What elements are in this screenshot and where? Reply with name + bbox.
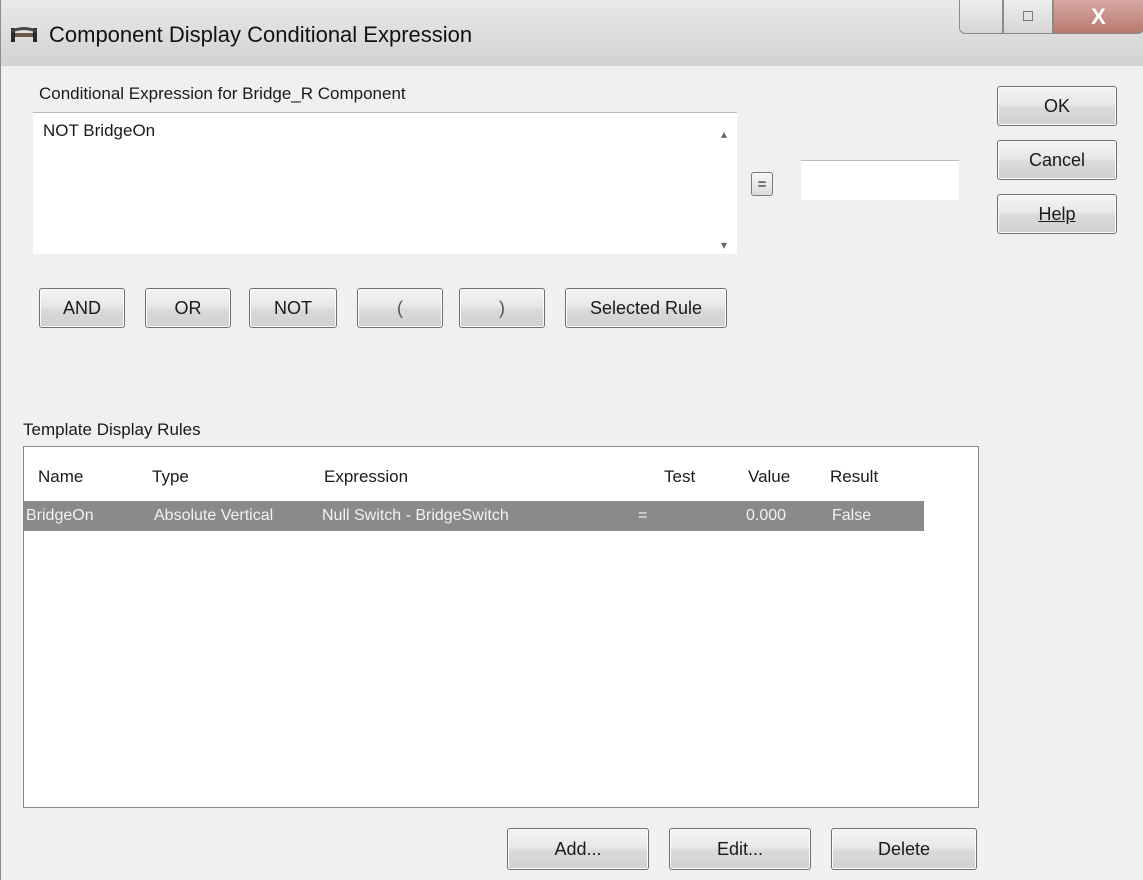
expression-textarea[interactable]: NOT BridgeOn ▴ ▾ xyxy=(33,112,737,254)
selected-rule-button[interactable]: Selected Rule xyxy=(565,288,727,328)
close-icon: X xyxy=(1091,3,1106,29)
compare-value-field[interactable] xyxy=(801,160,959,200)
cell-name: BridgeOn xyxy=(26,507,94,524)
scroll-up-icon[interactable]: ▴ xyxy=(721,127,727,141)
add-button[interactable]: Add... xyxy=(507,828,649,870)
ok-button[interactable]: OK xyxy=(997,86,1117,126)
cell-value: 0.000 xyxy=(746,507,787,524)
and-button[interactable]: AND xyxy=(39,288,125,328)
app-icon xyxy=(11,27,37,42)
column-header-name[interactable]: Name xyxy=(38,467,83,487)
column-header-test[interactable]: Test xyxy=(664,467,695,487)
column-header-result[interactable]: Result xyxy=(830,467,878,487)
column-header-expression[interactable]: Expression xyxy=(324,467,408,487)
close-button[interactable]: X xyxy=(1053,0,1143,34)
expression-label: Conditional Expression for Bridge_R Comp… xyxy=(39,84,406,103)
dialog-window: Component Display Conditional Expression… xyxy=(0,0,1143,880)
delete-button[interactable]: Delete xyxy=(831,828,977,870)
help-button-label: Help xyxy=(1038,203,1076,224)
title-bar[interactable]: Component Display Conditional Expression… xyxy=(1,0,1143,66)
maximize-icon: □ xyxy=(1023,7,1033,25)
scroll-down-icon[interactable]: ▾ xyxy=(721,238,727,252)
open-paren-button[interactable]: ( xyxy=(357,288,443,328)
rules-list[interactable]: Name Type Expression Test Value Result B… xyxy=(23,446,979,808)
minimize-button[interactable] xyxy=(959,0,1003,34)
equals-button[interactable]: = xyxy=(751,172,773,196)
window-title: Component Display Conditional Expression xyxy=(49,22,473,47)
cell-test: = xyxy=(638,507,648,524)
cancel-button[interactable]: Cancel xyxy=(997,140,1117,180)
cell-type: Absolute Vertical xyxy=(154,507,274,524)
table-row[interactable]: BridgeOn Absolute Vertical Null Switch -… xyxy=(24,501,924,531)
expression-text: NOT BridgeOn xyxy=(43,121,156,140)
maximize-button[interactable]: □ xyxy=(1003,0,1053,34)
or-button[interactable]: OR xyxy=(145,288,231,328)
close-paren-button[interactable]: ) xyxy=(459,288,545,328)
not-button[interactable]: NOT xyxy=(249,288,337,328)
help-button[interactable]: Help xyxy=(997,194,1117,234)
cell-result: False xyxy=(832,507,872,524)
column-header-value[interactable]: Value xyxy=(748,467,790,487)
edit-button[interactable]: Edit... xyxy=(669,828,811,870)
column-header-type[interactable]: Type xyxy=(152,467,189,487)
rules-label: Template Display Rules xyxy=(23,420,201,439)
cell-expression: Null Switch - BridgeSwitch xyxy=(322,507,509,524)
